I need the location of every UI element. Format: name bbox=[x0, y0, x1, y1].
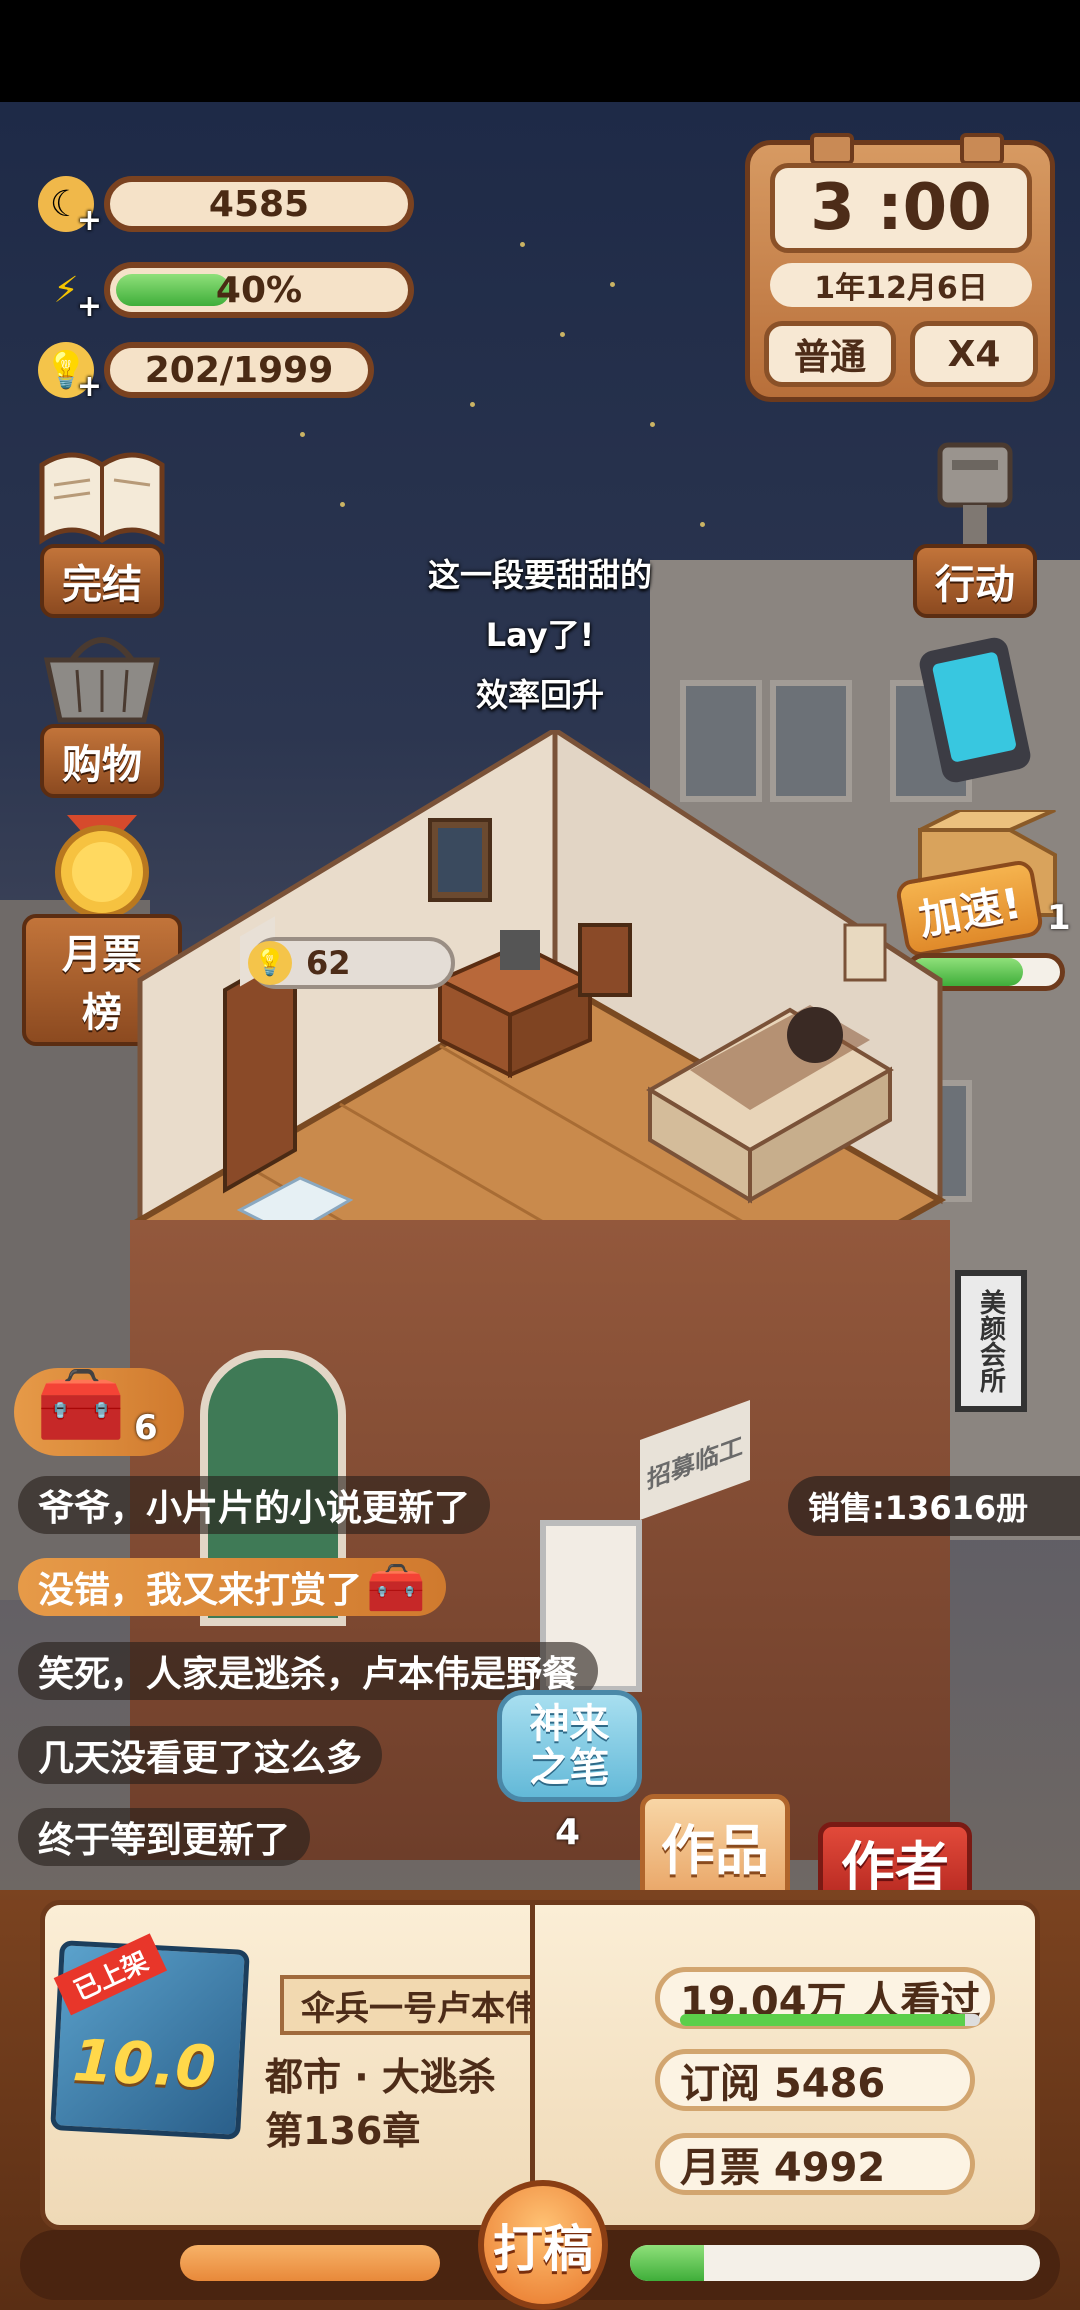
book-chapter: 第136章 bbox=[265, 2109, 421, 2153]
basket-icon bbox=[43, 637, 161, 723]
subscriptions-stat: 订阅 5486 bbox=[655, 2049, 975, 2111]
chat-message: 终于等到更新了 bbox=[18, 1808, 311, 1866]
treasure-chest-icon: 🧰 bbox=[366, 1559, 426, 1616]
left-progress-fill bbox=[180, 2245, 440, 2281]
coin-icon[interactable]: ☾ + bbox=[38, 176, 102, 238]
divine-pen-button[interactable]: 神来之笔 bbox=[497, 1690, 642, 1802]
mood-message: 这一段要甜甜的 Lay了! 效率回升 bbox=[380, 545, 700, 725]
divine-pen-count: 4 bbox=[555, 1812, 581, 1853]
book-cover[interactable]: 已上架 10.0 bbox=[50, 1933, 250, 2140]
chat-message: 爷爷，小片片的小说更新了 bbox=[18, 1476, 491, 1534]
clock-date: 1年12月6日 bbox=[770, 263, 1032, 307]
book-title: 伞兵一号卢本伟 bbox=[280, 1975, 560, 2035]
speed-mode-button[interactable]: 普通 bbox=[764, 321, 896, 387]
book-rating: 10.0 bbox=[71, 2026, 218, 2102]
recruitment-sign: 招募临工 bbox=[640, 1399, 750, 1521]
monthly-votes-stat: 月票 4992 bbox=[655, 2133, 975, 2195]
inspiration-value: 202/1999 bbox=[144, 349, 334, 391]
action-label: 行动 bbox=[913, 544, 1037, 618]
views-progress-fill bbox=[680, 2014, 965, 2026]
energy-display: 40% bbox=[104, 262, 414, 318]
mood-line-2: Lay了! bbox=[485, 616, 595, 654]
views-stat: 19.04万 人看过 bbox=[655, 1967, 995, 2029]
treasure-chest-icon: 🧰 bbox=[36, 1362, 126, 1446]
chat-message-text: 没错，我又来打赏了 bbox=[38, 1570, 363, 1611]
lightning-icon[interactable]: ⚡ + bbox=[38, 262, 102, 325]
speed-multiplier-button[interactable]: X4 bbox=[910, 321, 1038, 387]
game-clock: 3 :00 1年12月6日 普通 X4 bbox=[745, 133, 1055, 402]
book-left-page: 已上架 10.0 伞兵一号卢本伟 都市 · 大逃杀 第136章 bbox=[40, 1900, 560, 2230]
energy-row: ⚡ + 40% bbox=[38, 262, 414, 325]
status-bar bbox=[0, 0, 1080, 102]
book-icon bbox=[39, 452, 165, 545]
finish-button[interactable]: 完结 bbox=[22, 440, 182, 618]
inspiration-row: 💡 + 202/1999 bbox=[38, 342, 374, 404]
sign-icon bbox=[937, 442, 1013, 545]
coins-row: ☾ + 4585 bbox=[38, 176, 414, 238]
shop-sign: 美颜会所 bbox=[955, 1270, 1027, 1412]
mood-line-1: 这一段要甜甜的 bbox=[427, 556, 652, 594]
book-right-page: 19.04万 人看过 订阅 5486 月票 4992 bbox=[530, 1900, 1040, 2230]
mood-line-3: 效率回升 bbox=[475, 676, 604, 714]
treasure-count: 6 bbox=[134, 1408, 158, 1448]
write-button[interactable]: 打稿 bbox=[478, 2180, 608, 2310]
lightbulb-icon[interactable]: 💡 + bbox=[38, 342, 102, 404]
room-inspiration-bubble[interactable]: 💡 62 bbox=[248, 937, 455, 989]
book-genre: 都市 · 大逃杀 bbox=[265, 2055, 496, 2099]
views-progress-bar bbox=[680, 2014, 980, 2026]
chat-message: 几天没看更了这么多 bbox=[18, 1726, 383, 1784]
tab-works[interactable]: 作品 bbox=[640, 1794, 790, 1896]
treasure-button[interactable]: 🧰 6 bbox=[14, 1362, 184, 1456]
clock-time: 3 :00 bbox=[770, 163, 1032, 253]
room-inspiration-value: 62 bbox=[306, 944, 351, 982]
book-panel: 已上架 10.0 伞兵一号卢本伟 都市 · 大逃杀 第136章 19.04万 人… bbox=[0, 1890, 1080, 2310]
lightbulb-icon: 💡 bbox=[248, 941, 292, 985]
inspiration-display: 202/1999 bbox=[104, 342, 374, 398]
coins-display: 4585 bbox=[104, 176, 414, 232]
chat-message-reward: 没错，我又来打赏了 🧰 bbox=[18, 1558, 446, 1616]
energy-fill bbox=[116, 274, 231, 306]
right-progress-bar bbox=[630, 2245, 1040, 2281]
clock-bell-left bbox=[810, 133, 854, 165]
right-progress-fill bbox=[630, 2245, 704, 2281]
sales-counter: 销售:13616册 bbox=[788, 1476, 1080, 1536]
coins-value: 4585 bbox=[208, 183, 310, 225]
chat-message: 笑死，人家是逃杀，卢本伟是野餐 bbox=[18, 1642, 599, 1700]
clock-bell-right bbox=[960, 133, 1004, 165]
energy-value: 40% bbox=[215, 269, 303, 311]
finish-label: 完结 bbox=[40, 544, 164, 618]
left-progress-bar bbox=[180, 2245, 440, 2281]
action-button[interactable]: 行动 bbox=[895, 440, 1055, 618]
boost-count: 1 bbox=[1047, 898, 1071, 938]
published-badge: 已上架 bbox=[53, 1933, 168, 2016]
book-meta: 都市 · 大逃杀 第136章 bbox=[265, 2050, 496, 2158]
